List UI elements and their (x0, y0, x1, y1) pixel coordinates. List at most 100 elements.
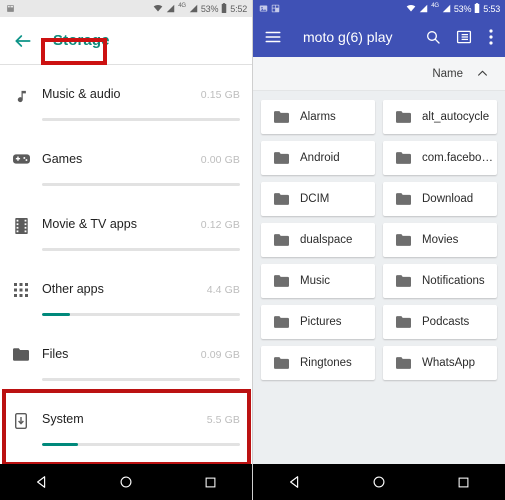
storage-item-movie-tv-apps[interactable]: Movie & TV apps 0.12 GB (0, 195, 252, 260)
network-type-label: 4G (178, 2, 186, 9)
chevron-up-icon[interactable] (476, 67, 489, 80)
device-title: moto g(6) play (303, 29, 393, 45)
storage-item-body: Movie & TV apps 0.12 GB (42, 217, 240, 251)
right-status-system-icons: 4G 53% 5:53 (406, 0, 500, 18)
search-icon[interactable] (423, 27, 443, 47)
storage-item-line: Music & audio 0.15 GB (42, 87, 240, 101)
storage-item-other-apps[interactable]: Other apps 4.4 GB (0, 260, 252, 325)
folder-icon (274, 275, 289, 287)
list-view-icon[interactable] (454, 27, 474, 47)
folder-card-alarms[interactable]: Alarms (261, 100, 375, 134)
left-status-notification-icons (6, 0, 15, 18)
right-status-notification-icons (259, 0, 280, 18)
storage-item-progress (42, 313, 240, 316)
folder-card-music[interactable]: Music (261, 264, 375, 298)
signal-icon (419, 0, 428, 18)
storage-item-body: Games 0.00 GB (42, 152, 240, 186)
folder-icon (396, 193, 411, 205)
storage-item-files[interactable]: Files 0.09 GB (0, 325, 252, 390)
hamburger-menu-icon[interactable] (263, 27, 283, 47)
storage-item-progress (42, 183, 240, 186)
folder-label: Notifications (422, 275, 485, 287)
folder-icon (274, 111, 289, 123)
folder-card-podcasts[interactable]: Podcasts (383, 305, 497, 339)
folder-card-whatsapp[interactable]: WhatsApp (383, 346, 497, 380)
sort-label[interactable]: Name (432, 68, 463, 80)
left-app-bar: Storage (0, 17, 252, 65)
wifi-icon (406, 0, 416, 18)
folder-icon (274, 152, 289, 164)
storage-item-progress (42, 118, 240, 121)
left-phone-screen: 4G 53% 5:52 Storage Music & audio 0.15 G… (0, 0, 253, 500)
storage-item-body: Files 0.09 GB (42, 347, 240, 381)
storage-item-progress (42, 378, 240, 381)
signal-icon-2 (442, 0, 451, 18)
storage-item-size: 5.5 GB (206, 414, 240, 426)
folder-label: Android (300, 152, 340, 164)
app-bar-actions (423, 27, 497, 47)
folder-label: Pictures (300, 316, 342, 328)
storage-item-progress (42, 248, 240, 251)
folder-icon (0, 347, 42, 361)
nav-back-triangle-icon[interactable] (35, 475, 49, 489)
folder-label: alt_autocycle (422, 111, 490, 123)
right-phone-screen: 4G 53% 5:53 moto g(6) play Name Alarms a… (253, 0, 505, 500)
folder-card-alt-autocycle[interactable]: alt_autocycle (383, 100, 497, 134)
right-app-bar: moto g(6) play (253, 17, 505, 57)
folder-icon (396, 234, 411, 246)
battery-percent-label: 53% (453, 3, 472, 14)
storage-item-progress-fill (42, 443, 78, 446)
sort-bar[interactable]: Name (253, 57, 505, 91)
folder-card-download[interactable]: Download (383, 182, 497, 216)
apps-grid-icon (0, 282, 42, 297)
storage-item-line: Other apps 4.4 GB (42, 282, 240, 296)
storage-item-label: Files (42, 347, 69, 361)
folder-card-ringtones[interactable]: Ringtones (261, 346, 375, 380)
folder-label: Movies (422, 234, 459, 246)
folder-label: Music (300, 275, 331, 287)
screenshot-icon (271, 0, 280, 18)
storage-item-label: Movie & TV apps (42, 217, 137, 231)
folder-icon (396, 316, 411, 328)
storage-item-label: Games (42, 152, 83, 166)
signal-icon (166, 0, 175, 18)
storage-item-size: 0.12 GB (200, 219, 240, 231)
folder-card-notifications[interactable]: Notifications (383, 264, 497, 298)
film-strip-icon (0, 217, 42, 234)
folder-card-com-facebook[interactable]: com.facebo… (383, 141, 497, 175)
nav-recents-square-icon[interactable] (204, 476, 217, 489)
overflow-menu-icon[interactable] (485, 27, 497, 47)
folder-card-android[interactable]: Android (261, 141, 375, 175)
system-phone-icon (0, 412, 42, 429)
folder-label: DCIM (300, 193, 330, 205)
page-title: Storage (53, 32, 110, 49)
clock-label: 5:52 (230, 3, 247, 14)
folder-icon (274, 193, 289, 205)
folder-card-movies[interactable]: Movies (383, 223, 497, 257)
storage-item-line: Files 0.09 GB (42, 347, 240, 361)
storage-category-list[interactable]: Music & audio 0.15 GB Games 0.00 GB Movi… (0, 65, 252, 464)
back-arrow-icon[interactable] (13, 31, 33, 51)
storage-item-system[interactable]: System 5.5 GB (0, 390, 252, 455)
storage-item-size: 0.00 GB (200, 154, 240, 166)
nav-home-circle-icon[interactable] (119, 475, 133, 489)
folder-card-pictures[interactable]: Pictures (261, 305, 375, 339)
nav-back-triangle-icon[interactable] (288, 475, 302, 489)
dual-screenshot-container: 4G 53% 5:52 Storage Music & audio 0.15 G… (0, 0, 505, 500)
folder-card-dcim[interactable]: DCIM (261, 182, 375, 216)
battery-icon (474, 0, 480, 18)
nav-recents-square-icon[interactable] (457, 476, 470, 489)
music-note-icon (0, 87, 42, 105)
storage-item-games[interactable]: Games 0.00 GB (0, 130, 252, 195)
folder-card-dualspace[interactable]: dualspace (261, 223, 375, 257)
right-navigation-bar[interactable] (253, 464, 505, 500)
left-navigation-bar[interactable] (0, 464, 252, 500)
sim-card-icon (6, 0, 15, 18)
storage-item-music-audio[interactable]: Music & audio 0.15 GB (0, 65, 252, 130)
left-status-bar: 4G 53% 5:52 (0, 0, 252, 17)
battery-icon (221, 0, 227, 18)
right-status-bar: 4G 53% 5:53 (253, 0, 505, 17)
storage-item-size: 0.09 GB (200, 349, 240, 361)
nav-home-circle-icon[interactable] (372, 475, 386, 489)
storage-item-label: Other apps (42, 282, 104, 296)
